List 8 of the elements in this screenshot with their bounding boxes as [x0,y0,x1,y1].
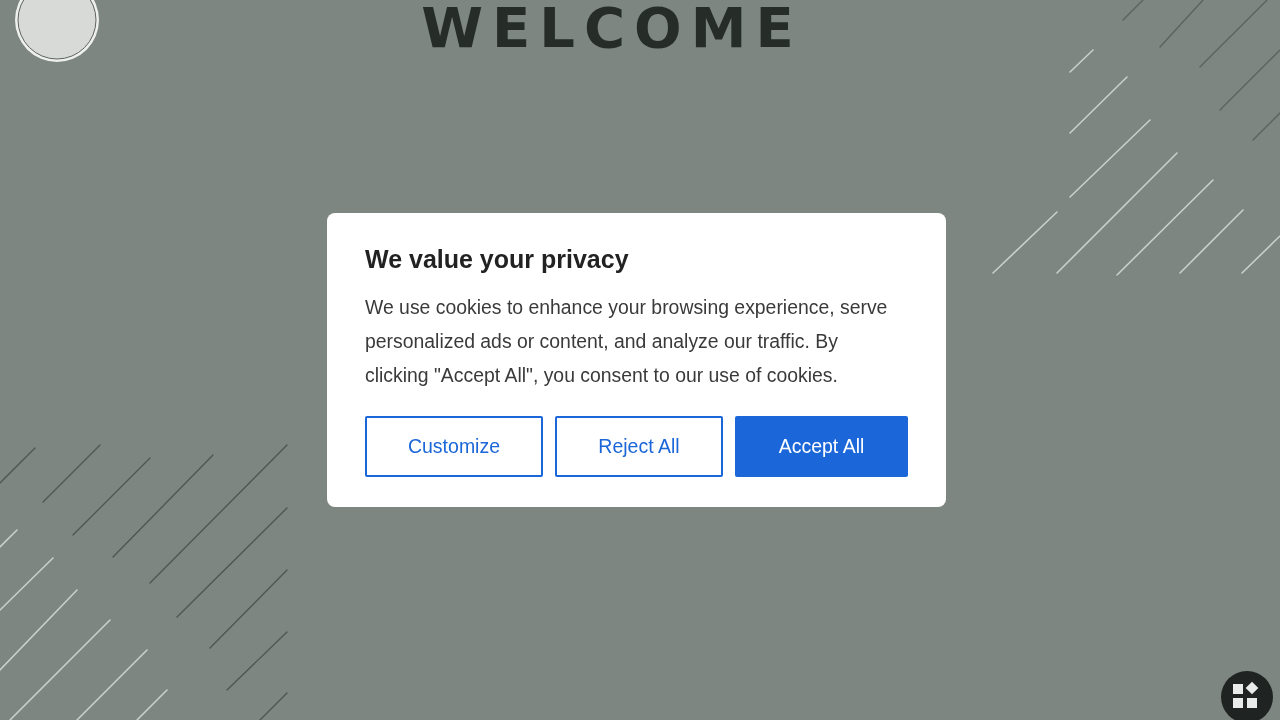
apps-icon[interactable] [1221,671,1273,720]
dialog-button[interactable]: Reject All [555,416,723,477]
circle-icon [14,0,100,63]
dialog-title: We value your privacy [365,244,629,274]
accept-button[interactable]: Accept All [735,416,908,477]
dialog-message: We use cookies to enhance your browsing experience, serve personalized ads or content, and analyze our traffic. By clicking "Accept All", you consent to our use of cookies. [365,295,889,388]
page-heading: WELCOME [421,0,803,59]
dialog-button[interactable]: Customize [365,416,543,477]
